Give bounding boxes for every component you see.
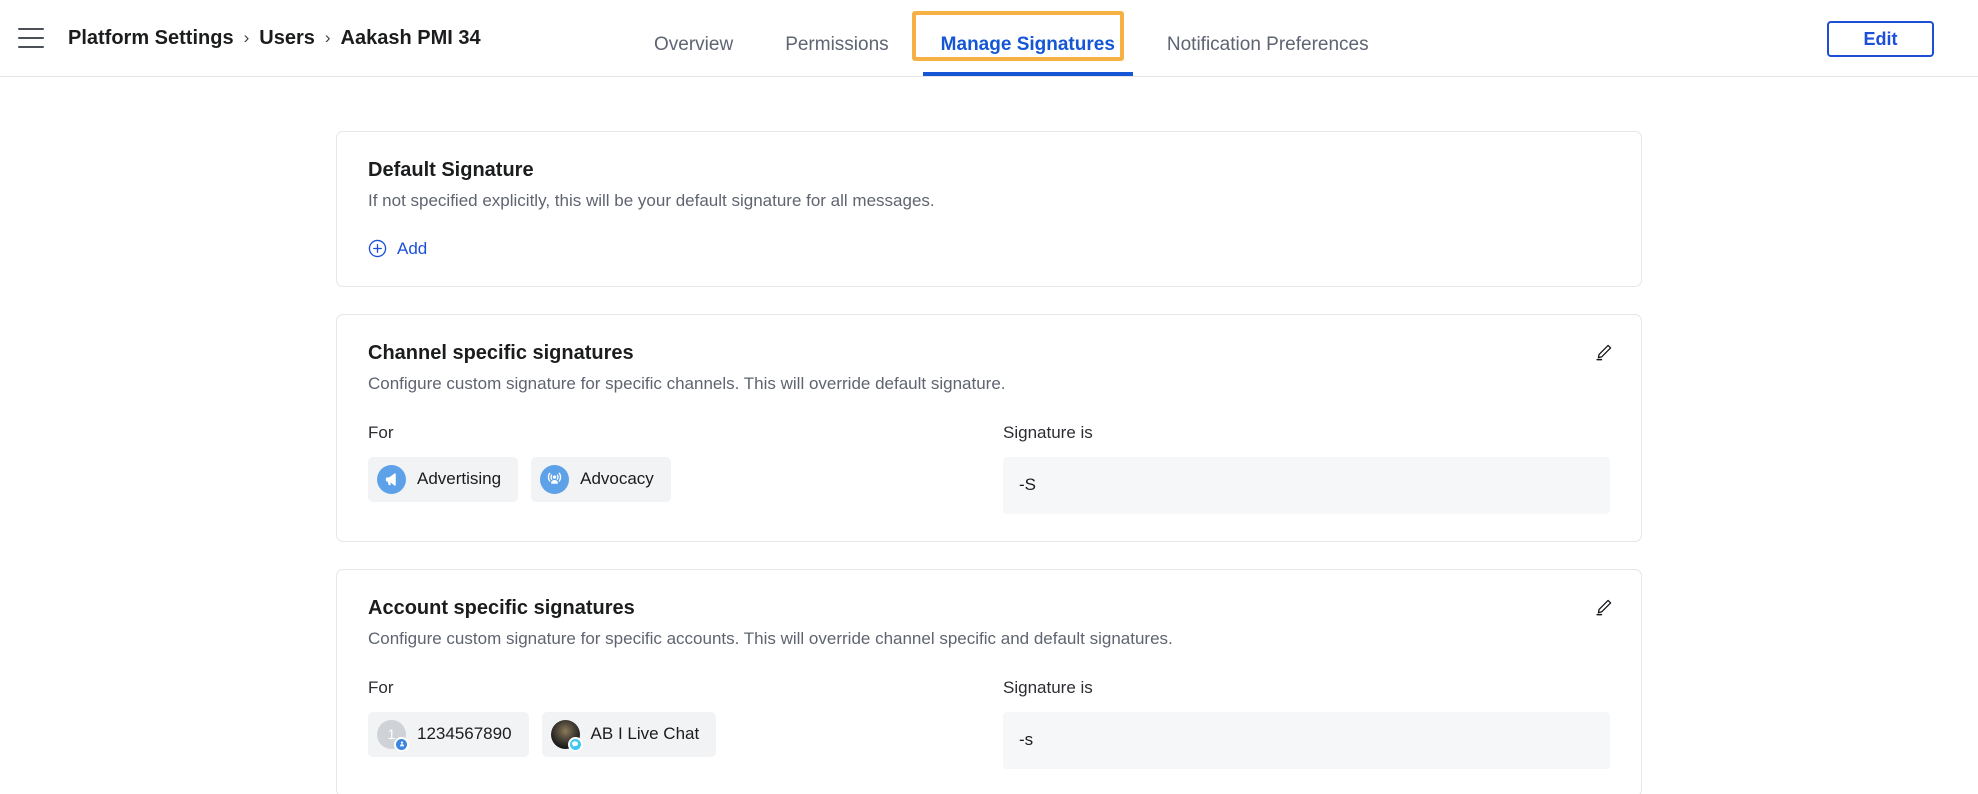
hamburger-menu-icon[interactable] (18, 28, 44, 48)
channel-chip-advocacy[interactable]: Advocacy (531, 456, 671, 502)
channel-for-label: For (368, 422, 394, 442)
tab-manage-signatures[interactable]: Manage Signatures (915, 35, 1141, 76)
hamburger-line (18, 28, 44, 30)
edit-button[interactable]: Edit (1827, 21, 1934, 57)
pencil-icon (1594, 342, 1614, 367)
live-chat-badge-icon (567, 736, 583, 752)
account-signatures-description: Configure custom signature for specific … (368, 628, 1173, 648)
chip-label: Advertising (417, 469, 502, 489)
breadcrumb-item-current-user: Aakash PMI 34 (340, 26, 481, 49)
hamburger-line (18, 46, 44, 48)
default-signature-card: Default Signature If not specified expli… (336, 131, 1642, 287)
breadcrumb: Platform Settings › Users › Aakash PMI 3… (68, 27, 481, 50)
channel-chip-advertising[interactable]: Advertising (368, 456, 519, 502)
chip-label: 1234567890 (417, 724, 512, 744)
avatar: 1 (377, 719, 409, 752)
top-bar: Platform Settings › Users › Aakash PMI 3… (0, 0, 1978, 77)
channel-signature-value: -S (1003, 456, 1610, 514)
edit-account-signatures-button[interactable] (1591, 597, 1617, 623)
account-signature-value: -s (1003, 711, 1610, 769)
tab-bar: Overview Permissions Manage Signatures N… (628, 0, 1395, 76)
broadcast-person-icon (540, 464, 570, 494)
account-signature-column: Signature is -s (1003, 678, 1610, 769)
account-signature-grid: For 1 1234567890 AB I Live Chat Signatur… (368, 678, 1610, 769)
account-specific-signatures-card: Account specific signatures Configure cu… (336, 568, 1642, 794)
megaphone-icon (377, 464, 406, 494)
account-for-label: For (368, 677, 394, 697)
tab-notification-preferences[interactable]: Notification Preferences (1141, 35, 1395, 76)
account-signature-label: Signature is (1003, 677, 1093, 697)
channel-signatures-description: Configure custom signature for specific … (368, 373, 1006, 393)
chevron-right-icon: › (324, 28, 331, 47)
content-area: Default Signature If not specified expli… (0, 77, 1978, 794)
tab-permissions[interactable]: Permissions (759, 35, 914, 76)
account-for-column: For 1 1234567890 AB I Live Chat (368, 678, 1003, 769)
breadcrumb-item-users[interactable]: Users (259, 27, 315, 50)
channel-signatures-title: Channel specific signatures (368, 341, 634, 364)
default-signature-description: If not specified explicitly, this will b… (368, 191, 935, 210)
tab-overview[interactable]: Overview (628, 35, 759, 76)
pencil-icon (1594, 597, 1614, 622)
avatar (550, 719, 583, 752)
channel-signature-grid: For Advertising Advocacy Signature is -S (368, 423, 1610, 514)
account-chip-list: 1 1234567890 AB I Live Chat (368, 711, 1003, 757)
account-chip-phone-number[interactable]: 1 1234567890 (368, 711, 529, 757)
plus-circle-icon (368, 239, 387, 258)
facebook-badge-icon (394, 736, 409, 752)
chevron-right-icon: › (243, 28, 250, 47)
channel-signature-column: Signature is -S (1003, 423, 1610, 514)
add-label: Add (397, 238, 428, 258)
account-signatures-title: Account specific signatures (368, 596, 635, 619)
channel-specific-signatures-card: Channel specific signatures Configure cu… (336, 313, 1642, 542)
avatar (377, 464, 406, 494)
edit-channel-signatures-button[interactable] (1591, 342, 1617, 368)
avatar (540, 464, 570, 494)
account-chip-live-chat[interactable]: AB I Live Chat (541, 711, 717, 757)
add-default-signature-button[interactable]: Add (368, 239, 427, 259)
chip-label: Advocacy (580, 469, 654, 489)
chip-label: AB I Live Chat (590, 724, 700, 744)
channel-for-column: For Advertising Advocacy (368, 423, 1003, 514)
hamburger-line (18, 37, 44, 39)
channel-signature-label: Signature is (1003, 422, 1093, 442)
platform-settings-page: Platform Settings › Users › Aakash PMI 3… (0, 0, 1978, 794)
channel-chip-list: Advertising Advocacy (368, 456, 1003, 502)
default-signature-title: Default Signature (368, 159, 534, 181)
breadcrumb-item-platform-settings[interactable]: Platform Settings (68, 27, 234, 50)
